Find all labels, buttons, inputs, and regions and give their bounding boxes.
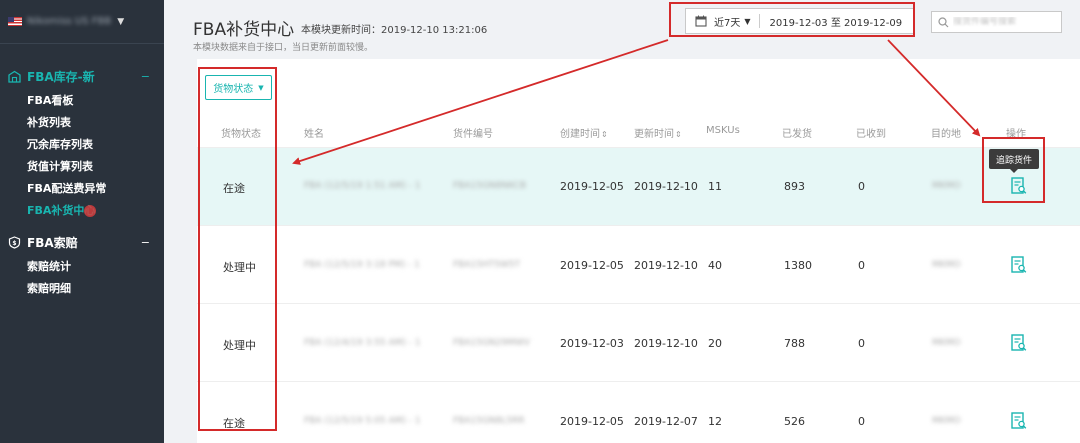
track-shipment-tooltip: 追踪货件 xyxy=(989,149,1039,173)
sidebar-item-redundant-inventory[interactable]: 冗余库存列表 xyxy=(0,134,164,156)
sidebar-item-replenish-center[interactable]: FBA补货中心 xyxy=(0,200,164,222)
table-header: 货物状态 姓名 货件编号 创建时间⇕ 更新时间⇕ MSKUs 已发货 已收到 目… xyxy=(197,116,1080,148)
sidebar-item-value-calc[interactable]: 货值计算列表 xyxy=(0,156,164,178)
cell-mskus: 12 xyxy=(708,415,722,428)
svg-text:$: $ xyxy=(12,240,16,247)
main-content: FBA补货中心 本模块更新时间：2019-12-10 13:21:06 本模块数… xyxy=(164,0,1080,443)
col-received: 已收到 xyxy=(856,129,886,140)
annotation-box-status-column xyxy=(198,67,277,431)
cell-created: 2019-12-05 xyxy=(560,259,624,272)
cell-shipment-id[interactable]: FBA15HT5W5T xyxy=(453,260,520,270)
table-row[interactable]: 在途 FBA (12/5/19 5:05 AM) - 1 FBA15GN8L5R… xyxy=(197,382,1080,443)
cell-created: 2019-12-05 xyxy=(560,180,624,193)
annotation-box-date xyxy=(669,2,915,37)
nav-group-label: FBA库存-新 xyxy=(27,69,95,84)
sort-icon[interactable]: ⇕ xyxy=(675,130,682,139)
track-shipment-icon[interactable] xyxy=(1011,256,1027,274)
update-time: 本模块更新时间：2019-12-10 13:21:06 xyxy=(301,25,488,36)
cell-updated: 2019-12-10 xyxy=(634,180,698,193)
col-shipment-id: 货件编号 xyxy=(453,129,493,140)
cell-name: FBA (12/5/19 1:51 AM) - 1 xyxy=(304,181,421,191)
table-row[interactable]: 在途 FBA (12/5/19 1:51 AM) - 1 FBA15GN8NKC… xyxy=(197,148,1080,226)
col-label: 更新时间 xyxy=(634,129,674,140)
warehouse-icon xyxy=(8,70,21,83)
nav-group-fba-claims[interactable]: $ FBA索赔 − xyxy=(0,228,164,256)
col-updated[interactable]: 更新时间⇕ xyxy=(634,125,682,140)
cell-received: 0 xyxy=(858,337,865,350)
track-shipment-icon[interactable] xyxy=(1011,412,1027,430)
cell-received: 0 xyxy=(858,180,865,193)
nav-group-fba-inventory[interactable]: FBA库存-新 − xyxy=(0,62,164,90)
cell-created: 2019-12-03 xyxy=(560,337,624,350)
search-box[interactable] xyxy=(931,11,1062,33)
sidebar-item-replenish-list[interactable]: 补货列表 xyxy=(0,112,164,134)
cell-destination: MKMO xyxy=(932,181,961,191)
cell-created: 2019-12-05 xyxy=(560,415,624,428)
cell-updated: 2019-12-10 xyxy=(634,337,698,350)
sidebar-item-fee-anomaly[interactable]: FBA配送费异常 xyxy=(0,178,164,200)
collapse-icon[interactable]: − xyxy=(141,70,150,83)
cell-received: 0 xyxy=(858,259,865,272)
cell-name: FBA (12/5/19 5:05 AM) - 1 xyxy=(304,416,421,426)
table-panel: 货物状态 ▼ 货物状态 姓名 货件编号 创建时间⇕ 更新时间⇕ MSKUs 已发… xyxy=(197,59,1080,443)
col-shipped: 已发货 xyxy=(782,129,812,140)
nav-group-label: FBA索赔 xyxy=(27,235,78,250)
sidebar: Nikomiss US FBB ▼ FBA库存-新 − FBA看板 补货列表 冗… xyxy=(0,0,164,443)
sidebar-item-claim-details[interactable]: 索赔明细 xyxy=(0,278,164,300)
cell-shipped: 788 xyxy=(784,337,805,350)
table-row[interactable]: 处理中 FBA (12/5/19 3:18 PM) - 1 FBA15HT5W5… xyxy=(197,226,1080,304)
col-mskus: MSKUs xyxy=(706,125,740,136)
col-name: 姓名 xyxy=(304,129,324,140)
cell-shipped: 1380 xyxy=(784,259,812,272)
cell-shipment-id[interactable]: FBA15GN8L5RR xyxy=(453,416,525,426)
caret-down-icon: ▼ xyxy=(117,16,125,27)
cell-mskus: 11 xyxy=(708,180,722,193)
search-icon xyxy=(938,16,949,27)
col-destination: 目的地 xyxy=(931,129,961,140)
col-created[interactable]: 创建时间⇕ xyxy=(560,125,608,140)
cell-name: FBA (12/4/19 3:55 AM) - 1 xyxy=(304,338,421,348)
store-name: Nikomiss US FBB xyxy=(27,16,112,27)
track-shipment-icon[interactable] xyxy=(1011,334,1027,352)
cell-mskus: 20 xyxy=(708,337,722,350)
cell-mskus: 40 xyxy=(708,259,722,272)
cell-destination: MKMO xyxy=(932,260,961,270)
cell-destination: MKMO xyxy=(932,338,961,348)
sort-icon[interactable]: ⇕ xyxy=(601,130,608,139)
page-title: FBA补货中心 xyxy=(193,20,295,40)
cell-shipped: 526 xyxy=(784,415,805,428)
sidebar-item-fba-board[interactable]: FBA看板 xyxy=(0,90,164,112)
cell-shipment-id[interactable]: FBA15GN8NKCB xyxy=(453,181,526,191)
store-selector[interactable]: Nikomiss US FBB ▼ xyxy=(0,0,164,44)
cell-shipment-id[interactable]: FBA15GN29MWV xyxy=(453,338,530,348)
shield-icon: $ xyxy=(8,235,21,249)
col-label: 创建时间 xyxy=(560,129,600,140)
cell-updated: 2019-12-10 xyxy=(634,259,698,272)
search-input[interactable] xyxy=(953,17,1053,27)
table-row[interactable]: 处理中 FBA (12/4/19 3:55 AM) - 1 FBA15GN29M… xyxy=(197,304,1080,382)
collapse-icon[interactable]: − xyxy=(141,236,150,249)
us-flag-icon xyxy=(8,17,22,26)
cell-updated: 2019-12-07 xyxy=(634,415,698,428)
sidebar-item-claim-stats[interactable]: 索赔统计 xyxy=(0,256,164,278)
cell-received: 0 xyxy=(858,415,865,428)
page-description: 本模块数据来自于接口，当日更新前面较慢。 xyxy=(193,43,374,53)
cursor-dot-icon xyxy=(84,205,96,217)
cell-name: FBA (12/5/19 3:18 PM) - 1 xyxy=(304,260,420,270)
cell-destination: MKMO xyxy=(932,416,961,426)
cell-shipped: 893 xyxy=(784,180,805,193)
